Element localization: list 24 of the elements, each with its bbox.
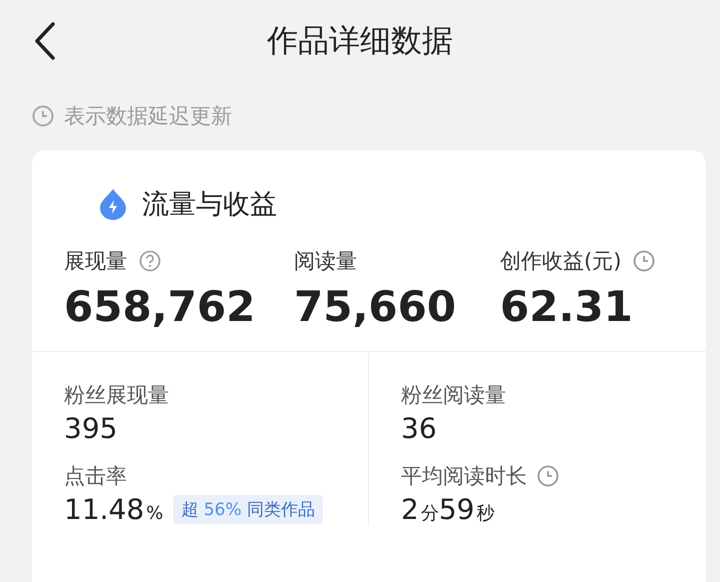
metric-label: 展现量 xyxy=(64,248,127,275)
comparison-tag: 超 56% 同类作品 xyxy=(173,495,323,524)
stat-label: 粉丝展现量 xyxy=(64,382,169,409)
stat-label: 点击率 xyxy=(64,463,127,490)
page-title: 作品详细数据 xyxy=(267,22,453,61)
stat-value: 36 xyxy=(401,412,437,445)
metric-value: 658,762 xyxy=(64,282,256,331)
clock-icon xyxy=(633,250,656,272)
stat-value: 2 分59 秒 xyxy=(401,493,494,526)
metric-value: 62.31 xyxy=(500,282,634,331)
back-icon[interactable] xyxy=(34,22,56,60)
clock-icon xyxy=(32,105,54,127)
metric-label: 阅读量 xyxy=(294,248,357,275)
notice-text: 表示数据延迟更新 xyxy=(64,103,232,130)
clock-icon xyxy=(537,465,559,487)
metric-value: 75,660 xyxy=(294,282,458,331)
stat-value: 11.48% xyxy=(64,493,164,526)
card-title: 流量与收益 xyxy=(142,188,277,222)
stat-value: 395 xyxy=(64,412,118,445)
help-icon[interactable] xyxy=(139,250,161,272)
stat-label: 粉丝阅读量 xyxy=(401,382,506,409)
metric-label: 创作收益(元) xyxy=(500,248,622,275)
bolt-drop-icon xyxy=(98,188,128,220)
stat-label: 平均阅读时长 xyxy=(401,463,527,490)
